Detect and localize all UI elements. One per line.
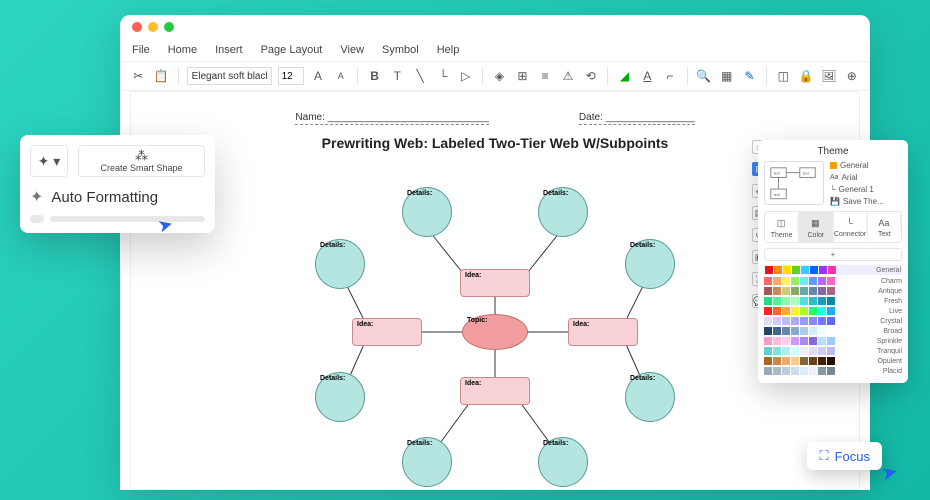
menubar: File Home Insert Page Layout View Symbol… (120, 39, 870, 61)
font-select[interactable] (187, 67, 272, 85)
palette-row[interactable]: General (764, 265, 902, 275)
name-field: Name: _____________________________ (295, 112, 489, 125)
tab-theme[interactable]: ◫Theme (765, 212, 799, 242)
size-select[interactable] (278, 67, 304, 85)
cut-icon[interactable]: ✂ (130, 67, 147, 85)
detail-node[interactable]: Details: (538, 437, 588, 487)
palette-row[interactable]: Broad (764, 327, 902, 335)
layers-icon[interactable]: ◈ (491, 67, 508, 85)
search-icon[interactable]: 🔍 (696, 67, 713, 85)
opt-arial[interactable]: AaArial (830, 173, 902, 182)
palette-row[interactable]: Antique (764, 287, 902, 295)
toolbar: ✂ 📋 A A B T ╲ └ ▷ ◈ ⊞ ≡ ⚠ ⟲ ◢ A ⌐ 🔍 ▦ ✎ … (120, 61, 870, 91)
detail-node[interactable]: Details: (402, 187, 452, 237)
menu-help[interactable]: Help (437, 44, 460, 56)
theme-tabs: ◫Theme ▦Color └Connector AaText (764, 211, 902, 243)
align-icon[interactable]: ≡ (537, 67, 554, 85)
palette-row[interactable]: Placid (764, 367, 902, 375)
palette-row[interactable]: Live (764, 307, 902, 315)
crop-icon[interactable]: ⌐ (662, 67, 679, 85)
table-icon[interactable]: ▦ (718, 67, 735, 85)
format-slider[interactable] (30, 215, 205, 223)
spark-button[interactable]: ✦ ▾ (30, 145, 68, 177)
menu-file[interactable]: File (132, 44, 150, 56)
topic-node[interactable]: Topic: (462, 314, 528, 350)
detail-node[interactable]: Details: (315, 372, 365, 422)
tab-text[interactable]: AaText (868, 212, 901, 242)
auto-formatting-label[interactable]: Auto Formatting (51, 189, 158, 206)
palette-row[interactable]: Sprinkle (764, 337, 902, 345)
opt-general[interactable]: General (830, 161, 902, 170)
theme-options: General AaArial └General 1 💾Save The... (830, 161, 902, 206)
close-dot[interactable] (132, 22, 142, 32)
size-up-icon[interactable]: A (310, 67, 327, 85)
minimize-dot[interactable] (148, 22, 158, 32)
titlebar (120, 15, 870, 39)
idea-node-right[interactable]: Idea: (568, 318, 638, 346)
font-color-icon[interactable]: A (639, 67, 656, 85)
palette-row[interactable]: Tranquil (764, 347, 902, 355)
detail-node[interactable]: Details: (625, 372, 675, 422)
opt-general1[interactable]: └General 1 (830, 185, 902, 194)
palette-list: General Charm Antique Fresh Live Crystal Broad… (764, 265, 902, 375)
more-icon[interactable]: ⊕ (843, 67, 860, 85)
add-palette-button[interactable]: + (764, 248, 902, 261)
image-icon[interactable]: 🖼 (821, 67, 838, 85)
idea-node-top[interactable]: Idea: (460, 269, 530, 297)
pen-icon[interactable]: ✎ (741, 67, 758, 85)
lock-icon[interactable]: 🔒 (798, 67, 815, 85)
line-icon[interactable]: ╲ (412, 67, 429, 85)
palette-row[interactable]: Charm (764, 277, 902, 285)
detail-node[interactable]: Details: (315, 239, 365, 289)
text-icon[interactable]: T (389, 67, 406, 85)
menu-page-layout[interactable]: Page Layout (261, 44, 323, 56)
focus-button[interactable]: ⛶ Focus (807, 442, 882, 470)
svg-text:text: text (774, 193, 781, 197)
menu-view[interactable]: View (340, 44, 364, 56)
menu-home[interactable]: Home (168, 44, 197, 56)
palette-row[interactable]: Fresh (764, 297, 902, 305)
opt-save[interactable]: 💾Save The... (830, 197, 902, 206)
pointer-icon[interactable]: ▷ (457, 67, 474, 85)
date-field: Date: ________________ (579, 112, 695, 125)
fill-icon[interactable]: ◢ (616, 67, 633, 85)
smart-shape-icon: ⁂ (79, 149, 204, 162)
auto-format-popup: ✦ ▾ ⁂ Create Smart Shape ✦ Auto Formatti… (20, 135, 215, 233)
focus-icon: ⛶ (819, 448, 828, 464)
menu-insert[interactable]: Insert (215, 44, 243, 56)
detail-node[interactable]: Details: (625, 239, 675, 289)
tab-connector[interactable]: └Connector (834, 212, 868, 242)
theme-panel: Theme text text text General AaArial └Gene… (758, 140, 908, 383)
svg-text:text: text (774, 172, 781, 176)
menu-symbol[interactable]: Symbol (382, 44, 419, 56)
connector-icon[interactable]: └ (435, 67, 452, 85)
worksheet-meta: Name: _____________________________ Date… (131, 112, 859, 125)
tab-color[interactable]: ▦Color (799, 212, 833, 242)
detail-node[interactable]: Details: (402, 437, 452, 487)
svg-text:text: text (803, 172, 810, 176)
clipboard-icon[interactable]: 📋 (153, 67, 170, 85)
group-icon[interactable]: ⊞ (514, 67, 531, 85)
bold-icon[interactable]: B (366, 67, 383, 85)
create-smart-shape-button[interactable]: ⁂ Create Smart Shape (78, 145, 205, 177)
detail-node[interactable]: Details: (538, 187, 588, 237)
theme-thumbnail[interactable]: text text text (764, 161, 824, 205)
theme-panel-title: Theme (764, 146, 902, 157)
size-down-icon[interactable]: A (332, 67, 349, 85)
maximize-dot[interactable] (164, 22, 174, 32)
sparkle-icon: ✦ (30, 187, 43, 207)
palette-row[interactable]: Crystal (764, 317, 902, 325)
diagram: Topic: Idea: Idea: Idea: Idea: Details: … (310, 177, 680, 490)
shape-icon[interactable]: ◫ (775, 67, 792, 85)
rotate-icon[interactable]: ⟲ (582, 67, 599, 85)
palette-row[interactable]: Opulent (764, 357, 902, 365)
cursor-icon: ➤ (878, 458, 901, 486)
idea-node-left[interactable]: Idea: (352, 318, 422, 346)
warn-icon[interactable]: ⚠ (560, 67, 577, 85)
idea-node-bottom[interactable]: Idea: (460, 377, 530, 405)
